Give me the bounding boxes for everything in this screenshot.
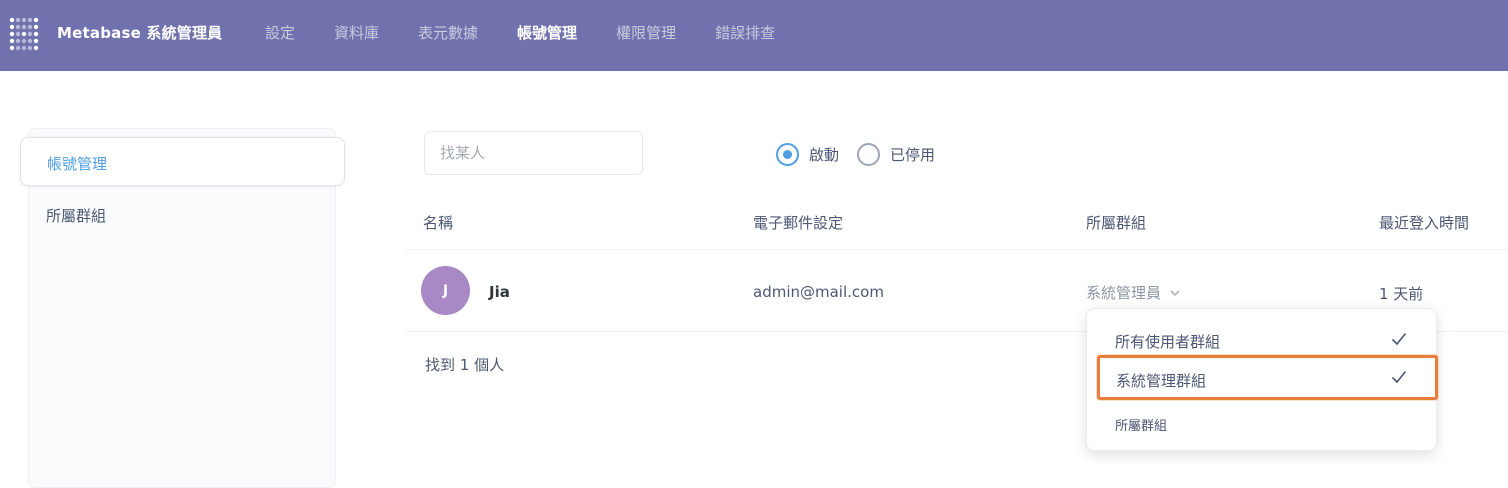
people-search-input[interactable] [424,131,643,175]
filter-active-radio[interactable]: 啟動 [776,143,839,166]
nav-people[interactable]: 帳號管理 [517,22,577,43]
nav-table-metadata[interactable]: 表元數據 [418,22,478,43]
column-header-groups: 所屬群組 [1086,214,1147,232]
user-group-value: 系統管理員 [1086,284,1162,302]
avatar: J [421,266,470,315]
metabase-logo-icon[interactable] [9,17,39,51]
user-group-select[interactable]: 系統管理員 [1086,282,1181,303]
nav-permissions[interactable]: 權限管理 [616,22,676,43]
group-dropdown: 所有使用者群組 系統管理群組 所屬群組 [1086,308,1438,451]
check-icon [1391,332,1407,346]
filter-deactivated-radio[interactable]: 已停用 [857,143,935,166]
column-header-email: 電子郵件設定 [753,214,844,232]
status-filter: 啟動 已停用 [776,143,953,166]
check-icon [1391,370,1407,384]
group-option-administrators[interactable]: 系統管理群組 [1097,355,1438,400]
groups-link[interactable]: 所屬群組 [1115,415,1167,434]
nav-troubleshooting[interactable]: 錯誤排查 [715,22,775,43]
nav-databases[interactable]: 資料庫 [334,22,379,43]
user-email: admin@mail.com [753,283,884,301]
column-header-name: 名稱 [423,214,454,232]
people-count: 找到 1 個人 [425,356,505,374]
group-option-all-users[interactable]: 所有使用者群組 [1087,319,1438,359]
user-last-login: 1 天前 [1379,285,1424,303]
table-divider [406,249,1508,250]
group-option-label: 系統管理群組 [1116,372,1207,390]
sidebar-item-people[interactable]: 帳號管理 [20,137,345,186]
column-header-last-login: 最近登入時間 [1379,214,1470,232]
admin-brand-title: Metabase 系統管理員 [57,24,223,42]
radio-unselected-icon[interactable] [857,143,881,166]
nav-settings[interactable]: 設定 [265,22,295,43]
sidebar-item-groups[interactable]: 所屬群組 [46,205,106,226]
admin-nav: 設定 資料庫 表元數據 帳號管理 權限管理 錯誤排查 [265,22,814,43]
chevron-down-icon[interactable] [1169,287,1181,299]
filter-active-label: 啟動 [809,146,840,164]
group-option-label: 所有使用者群組 [1115,333,1221,351]
top-navbar: Metabase 系統管理員 設定 資料庫 表元數據 帳號管理 權限管理 錯誤排… [0,0,1508,71]
radio-selected-icon[interactable] [776,143,799,166]
filter-deactivated-label: 已停用 [890,146,936,164]
user-name: Jia [489,283,510,301]
